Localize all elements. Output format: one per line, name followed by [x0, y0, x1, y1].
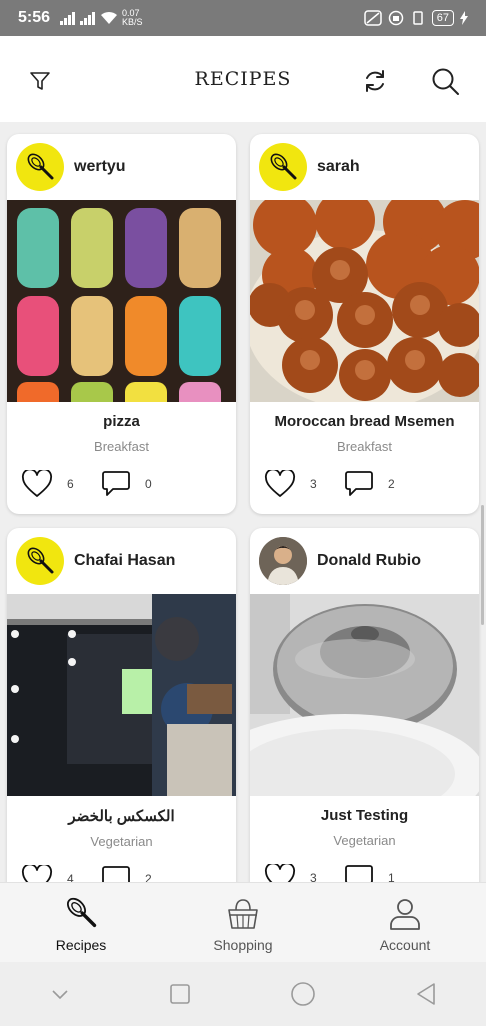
comment-icon[interactable] [101, 865, 131, 882]
back-icon[interactable] [415, 982, 437, 1006]
comment-count: 2 [145, 872, 152, 882]
username[interactable]: sarah [317, 158, 360, 176]
avatar[interactable] [259, 537, 307, 585]
app-header: RECIPES [0, 36, 486, 122]
battery-level: 67 [431, 10, 454, 26]
refresh-icon [366, 70, 384, 92]
recipe-image[interactable] [250, 594, 479, 796]
page-title: RECIPES [194, 68, 292, 90]
avatar[interactable] [16, 537, 64, 585]
recipe-category: Breakfast [94, 439, 149, 454]
recipe-title[interactable]: Moroccan bread Msemen [250, 413, 479, 430]
charging-icon [460, 11, 468, 25]
scrollbar[interactable] [481, 505, 484, 625]
search-icon [432, 68, 459, 95]
recipe-title[interactable]: Just Testing [250, 807, 479, 824]
wifi-icon [101, 11, 118, 24]
recipe-category: Breakfast [337, 439, 392, 454]
comment-count: 1 [388, 871, 395, 882]
like-count: 3 [310, 477, 317, 491]
comment-count: 0 [145, 477, 152, 491]
username[interactable]: Chafai Hasan [74, 552, 175, 570]
search-button[interactable] [428, 64, 462, 98]
data-unit: KB/S [122, 17, 143, 27]
bottom-nav: Recipes Shopping Account [0, 882, 486, 962]
home-icon[interactable] [290, 981, 316, 1007]
recipe-image[interactable] [250, 200, 479, 402]
username[interactable]: Donald Rubio [317, 552, 421, 570]
nav-account[interactable]: Account [324, 883, 486, 962]
recipe-category: Vegetarian [333, 833, 396, 848]
heart-icon[interactable] [21, 470, 53, 498]
heart-icon[interactable] [264, 864, 296, 882]
whisk-icon [66, 897, 97, 928]
recipe-category: Vegetarian [90, 834, 153, 849]
recipe-feed[interactable]: wertyu pizza Breakfast 6 0 sarah Morocca… [0, 122, 486, 882]
vibrate-icon [413, 11, 423, 25]
avatar[interactable] [16, 143, 64, 191]
filter-icon [30, 72, 50, 90]
refresh-button[interactable] [358, 64, 392, 98]
whisk-icon [270, 153, 297, 180]
signal-icon [80, 11, 96, 25]
nav-label: Account [379, 937, 431, 953]
recent-apps-icon[interactable] [169, 983, 191, 1005]
comment-icon[interactable] [101, 470, 131, 498]
whisk-icon [27, 547, 54, 574]
recipe-card[interactable]: sarah Moroccan bread Msemen Breakfast 3 … [250, 134, 479, 514]
nav-recipes[interactable]: Recipes [0, 883, 162, 962]
alarm-icon [388, 10, 403, 26]
recipe-card[interactable]: Donald Rubio Just Testing Vegetarian 3 1 [250, 528, 479, 882]
recipe-title[interactable]: الكسكس بالخضر [7, 807, 236, 825]
recipe-card[interactable]: Chafai Hasan الكسكس بالخضر Vegetarian 4 … [7, 528, 236, 882]
recipe-image[interactable] [7, 200, 236, 402]
whisk-icon [27, 153, 54, 180]
like-count: 4 [67, 872, 74, 882]
nav-label: Shopping [213, 937, 273, 953]
comment-icon[interactable] [344, 470, 374, 498]
comment-icon[interactable] [344, 864, 374, 882]
chevron-down-icon[interactable] [50, 984, 70, 1004]
username[interactable]: wertyu [74, 158, 126, 176]
recipe-card[interactable]: wertyu pizza Breakfast 6 0 [7, 134, 236, 514]
avatar[interactable] [259, 143, 307, 191]
nav-label: Recipes [55, 937, 107, 953]
volte-icon [364, 10, 382, 26]
filter-button[interactable] [23, 64, 57, 98]
person-icon [390, 899, 420, 930]
status-time: 5:56 [18, 9, 51, 26]
system-nav-bar [0, 962, 486, 1026]
comment-count: 2 [388, 477, 395, 491]
user-photo [259, 537, 307, 585]
nav-shopping[interactable]: Shopping [162, 883, 324, 962]
like-count: 6 [67, 477, 74, 491]
like-count: 3 [310, 871, 317, 882]
signal-icon [60, 11, 76, 25]
status-bar: 5:56 0.07 KB/S 67 [0, 0, 486, 36]
heart-icon[interactable] [21, 865, 53, 882]
heart-icon[interactable] [264, 470, 296, 498]
basket-icon [228, 899, 258, 929]
recipe-image[interactable] [7, 594, 236, 796]
recipe-title[interactable]: pizza [7, 413, 236, 430]
